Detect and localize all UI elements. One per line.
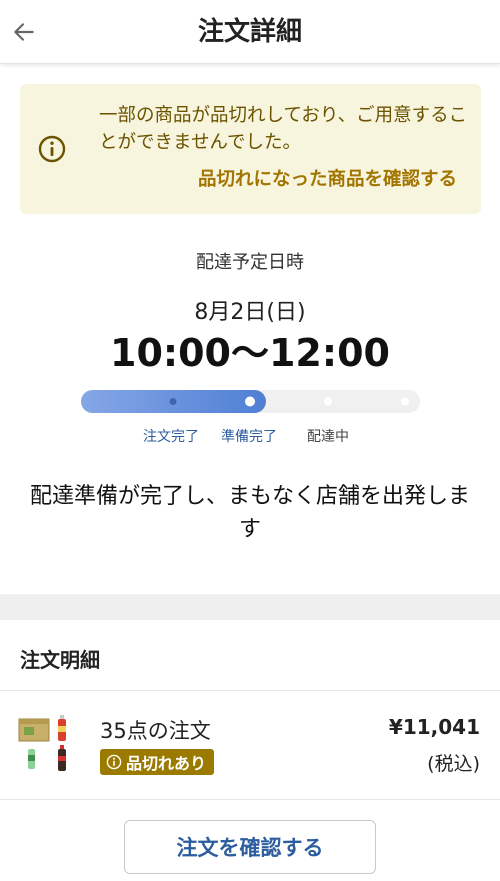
delivery-schedule-label: 配達予定日時 — [196, 252, 304, 273]
order-summary-row[interactable]: 35点の注文 品切れあり ¥11,041 (税込) — [0, 691, 500, 801]
step-label-ordered: 注文完了 — [143, 429, 199, 445]
divider — [0, 799, 500, 800]
cola-product-image — [58, 745, 66, 771]
delivery-progress-bar — [81, 390, 420, 413]
order-item-count: 35点の注文 — [100, 719, 211, 743]
tax-included-label: (税込) — [427, 753, 480, 775]
order-details-title: 注文明細 — [20, 648, 100, 672]
step-dot-delivering — [324, 397, 332, 406]
step-dot-prepared — [245, 396, 255, 407]
check-out-of-stock-link[interactable]: 品切れになった商品を確認する — [198, 166, 457, 194]
delivery-status-message: 配達準備が完了し、まもなく店舗を出発します — [29, 484, 470, 542]
badge-label: 品切れあり — [126, 754, 207, 773]
step-label-prepared: 準備完了 — [221, 429, 277, 445]
product-thumbnails — [18, 715, 66, 771]
step-label-delivering: 配達中 — [307, 429, 349, 445]
alert-message: 一部の商品が品切れしており、ご用意することができませんでした。 — [99, 105, 468, 153]
section-divider — [0, 594, 500, 620]
out-of-stock-alert: 一部の商品が品切れしており、ご用意することができませんでした。 品切れになった商… — [20, 84, 481, 214]
box-product-image — [18, 718, 50, 742]
bottle-product-image — [58, 715, 66, 741]
app-header: 注文詳細 — [0, 0, 500, 64]
step-dot-delivered — [401, 397, 409, 406]
page-title: 注文詳細 — [197, 17, 302, 47]
out-of-stock-badge: 品切れあり — [100, 749, 215, 775]
confirm-order-button[interactable]: 注文を確認する — [124, 820, 376, 874]
order-total-price: ¥11,041 — [388, 715, 480, 739]
step-dot-ordered — [169, 398, 177, 405]
info-icon — [106, 754, 122, 770]
can-product-image — [28, 749, 35, 769]
delivery-time-range: 10:00〜12:00 — [110, 331, 390, 375]
info-icon — [38, 135, 66, 163]
